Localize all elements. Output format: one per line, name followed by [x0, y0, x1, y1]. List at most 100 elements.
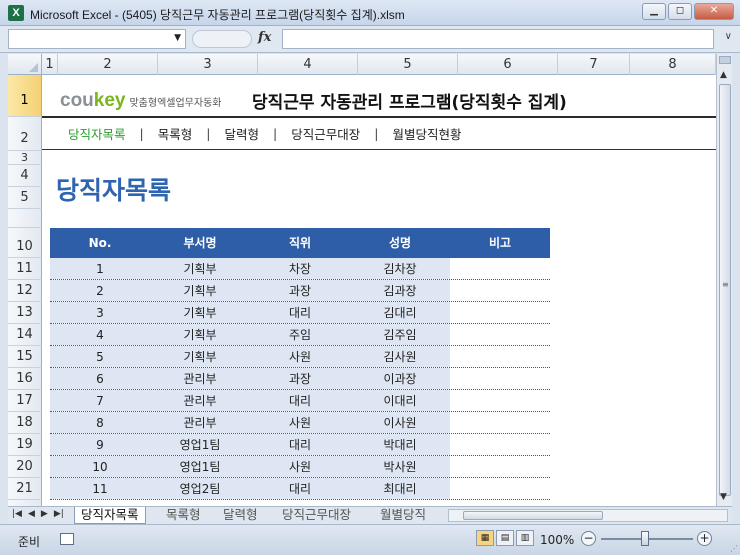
table-row[interactable]: 11 영업2팀 대리 최대리 [50, 478, 550, 500]
last-sheet-icon[interactable]: ▶| [54, 509, 64, 519]
cell-name[interactable]: 김사원 [350, 346, 450, 367]
column-header[interactable]: 8 [630, 54, 716, 75]
cell-name[interactable]: 김과장 [350, 280, 450, 301]
cell-position[interactable]: 과장 [250, 368, 350, 389]
cell-note[interactable] [450, 324, 550, 345]
cell-no[interactable]: 7 [50, 390, 150, 411]
cell-note[interactable] [450, 368, 550, 389]
cell-note[interactable] [450, 412, 550, 433]
row-header[interactable]: 5 [8, 187, 42, 209]
row-header[interactable]: 2 [8, 117, 42, 151]
formula-input[interactable] [282, 29, 714, 49]
select-all-button[interactable] [8, 54, 42, 75]
worksheet-grid[interactable]: 1 2 3 4 5 6 7 8 1 2 3 4 5 10 11 12 13 14… [8, 54, 716, 506]
cell-note[interactable] [450, 434, 550, 455]
minimize-button[interactable]: ▁ [642, 3, 666, 20]
coukey-logo[interactable]: cou key 맞춤형엑셀업무자동화 [60, 90, 221, 112]
cell-note[interactable] [450, 456, 550, 477]
table-row[interactable]: 5 기획부 사원 김사원 [50, 346, 550, 368]
scroll-down-icon[interactable]: ▼ [720, 492, 727, 502]
zoom-in-button[interactable]: + [697, 531, 712, 546]
formula-bar-splitter[interactable] [192, 30, 252, 48]
cell-department[interactable]: 영업1팀 [150, 434, 250, 455]
row-header[interactable]: 10 [8, 228, 42, 258]
zoom-slider-thumb[interactable] [641, 531, 649, 546]
column-header[interactable]: 1 [42, 54, 58, 75]
row-header[interactable]: 21 [8, 478, 42, 500]
page-layout-view-icon[interactable]: ▤ [496, 530, 514, 546]
scroll-up-icon[interactable]: ▲ [720, 70, 727, 80]
cell-note[interactable] [450, 346, 550, 367]
column-header[interactable]: 6 [458, 54, 558, 75]
row-header[interactable]: 19 [8, 434, 42, 456]
cell-name[interactable]: 김차장 [350, 258, 450, 279]
macro-record-icon[interactable] [60, 533, 74, 545]
table-row[interactable]: 8 관리부 사원 이사원 [50, 412, 550, 434]
cell-position[interactable]: 대리 [250, 478, 350, 499]
cell-department[interactable]: 기획부 [150, 346, 250, 367]
table-row[interactable]: 1 기획부 차장 김차장 [50, 258, 550, 280]
cell-note[interactable] [450, 390, 550, 411]
cell-position[interactable]: 사원 [250, 412, 350, 433]
cell-note[interactable] [450, 258, 550, 279]
cell-no[interactable]: 6 [50, 368, 150, 389]
tab-calendar-view[interactable]: 달력형 [217, 507, 264, 524]
cell-department[interactable]: 기획부 [150, 280, 250, 301]
cell-no[interactable]: 1 [50, 258, 150, 279]
cell-no[interactable]: 3 [50, 302, 150, 323]
column-header[interactable]: 7 [558, 54, 630, 75]
insert-function-icon[interactable]: fx [258, 30, 271, 45]
column-header[interactable]: 3 [158, 54, 258, 75]
table-row[interactable]: 9 영업1팀 대리 박대리 [50, 434, 550, 456]
vertical-scrollbar[interactable]: ▲ ≡ ▼ [716, 54, 732, 506]
row-header[interactable]: 13 [8, 302, 42, 324]
row-header[interactable]: 17 [8, 390, 42, 412]
cell-department[interactable]: 기획부 [150, 258, 250, 279]
cell-no[interactable]: 9 [50, 434, 150, 455]
cell-no[interactable]: 5 [50, 346, 150, 367]
nav-link-duty-list[interactable]: 당직자목록 [68, 124, 126, 143]
cell-name[interactable]: 박사원 [350, 456, 450, 477]
table-row[interactable]: 2 기획부 과장 김과장 [50, 280, 550, 302]
table-row[interactable]: 10 영업1팀 사원 박사원 [50, 456, 550, 478]
cell-note[interactable] [450, 478, 550, 499]
cell-department[interactable]: 영업1팀 [150, 456, 250, 477]
cell-note[interactable] [450, 280, 550, 301]
zoom-level[interactable]: 100% [540, 533, 574, 547]
name-box[interactable]: ▼ [8, 29, 186, 49]
cell-name[interactable]: 이대리 [350, 390, 450, 411]
table-row[interactable]: 7 관리부 대리 이대리 [50, 390, 550, 412]
row-header[interactable]: 4 [8, 165, 42, 187]
cell-department[interactable]: 기획부 [150, 302, 250, 323]
row-header[interactable]: 1 [8, 75, 42, 117]
next-sheet-icon[interactable]: ▶ [41, 509, 48, 519]
nav-link-calendar-view[interactable]: 달력형 [224, 124, 259, 143]
row-header[interactable]: 20 [8, 456, 42, 478]
cell-name[interactable]: 이사원 [350, 412, 450, 433]
resize-grip-icon[interactable]: ⋰ [730, 544, 738, 553]
row-header[interactable]: 18 [8, 412, 42, 434]
cell-no[interactable]: 2 [50, 280, 150, 301]
row-header[interactable]: 14 [8, 324, 42, 346]
cell-position[interactable]: 차장 [250, 258, 350, 279]
close-button[interactable]: ✕ [694, 3, 734, 20]
column-header[interactable]: 4 [258, 54, 358, 75]
cell-name[interactable]: 김주임 [350, 324, 450, 345]
cell-position[interactable]: 대리 [250, 434, 350, 455]
cell-position[interactable]: 사원 [250, 346, 350, 367]
column-header[interactable]: 5 [358, 54, 458, 75]
nav-link-monthly-status[interactable]: 월별당직현황 [392, 124, 461, 143]
row-header[interactable]: 12 [8, 280, 42, 302]
cell-name[interactable]: 이과장 [350, 368, 450, 389]
cell-no[interactable]: 4 [50, 324, 150, 345]
cell-name[interactable]: 김대리 [350, 302, 450, 323]
cell-name[interactable]: 박대리 [350, 434, 450, 455]
table-row[interactable]: 3 기획부 대리 김대리 [50, 302, 550, 324]
cell-name[interactable]: 최대리 [350, 478, 450, 499]
cell-department[interactable]: 관리부 [150, 412, 250, 433]
restore-button[interactable]: ◻ [668, 3, 692, 20]
tab-duty-list[interactable]: 당직자목록 [74, 507, 146, 524]
expand-formula-bar-icon[interactable]: ∨ [725, 31, 732, 42]
cell-note[interactable] [450, 302, 550, 323]
column-header[interactable]: 2 [58, 54, 158, 75]
